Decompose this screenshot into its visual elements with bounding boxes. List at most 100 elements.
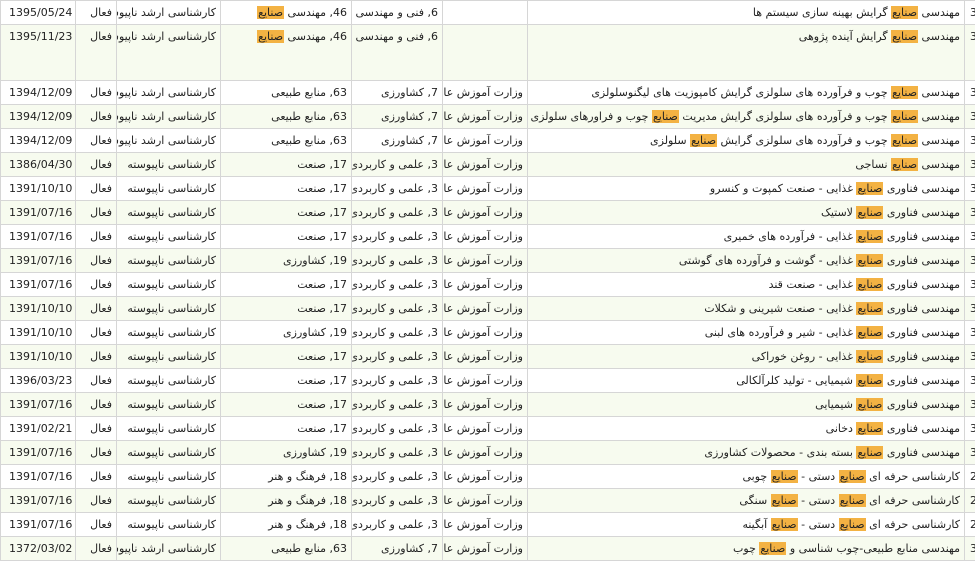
row-group: 3, علمی و کاربردی: [352, 249, 443, 273]
table-row[interactable]: 3660مهندسی فناوری صنایع بسته بندی - محصو…: [1, 441, 975, 465]
row-date: 1394/12/09: [1, 81, 76, 105]
row-status: فعال: [76, 81, 117, 105]
row-degree: کارشناسی ارشد ناپیوسته: [117, 1, 221, 25]
title-part: شیمیایی: [815, 398, 856, 411]
title-part: گرایش آینده پژوهی: [799, 30, 891, 43]
table-row[interactable]: 3639مهندسی فناوری صنایع غذایی - صنعت کمپ…: [1, 177, 975, 201]
row-subgroup: 18, فرهنگ و هنر: [221, 465, 352, 489]
search-highlight: صنایع: [891, 158, 918, 171]
row-subgroup: 46, مهندسی صنایع: [221, 1, 352, 25]
table-row[interactable]: 3652مهندسی فناوری صنایع غذایی - گوشت و ف…: [1, 249, 975, 273]
row-subgroup: 63, منابع طبیعی: [221, 105, 352, 129]
table-row[interactable]: 3651مهندسی فناوری صنایع غذایی - فرآورده …: [1, 225, 975, 249]
row-subgroup: 46, مهندسی صنایع: [221, 25, 352, 81]
row-organization: [443, 25, 528, 81]
row-group: 3, علمی و کاربردی: [352, 225, 443, 249]
title-part: لاستیک: [821, 206, 856, 219]
row-title: مهندسی صنایع گرایش آینده پژوهی: [528, 25, 965, 81]
table-row[interactable]: 2137کارشناسی حرفه ای صنایع دستی - صنایع …: [1, 465, 975, 489]
search-highlight: صنایع: [856, 446, 883, 459]
row-organization: وزارت آموزش عالی: [443, 153, 528, 177]
table-row[interactable]: 3654مهندسی فناوری صنایع غذایی - صنعت شیر…: [1, 297, 975, 321]
search-highlight: صنایع: [839, 470, 866, 483]
table-row[interactable]: 2138کارشناسی حرفه ای صنایع دستی - صنایع …: [1, 489, 975, 513]
row-status: فعال: [76, 177, 117, 201]
title-part: دستی -: [798, 494, 839, 507]
table-row[interactable]: 3832مهندسی صنایع گرایش آینده پژوهی6, فنی…: [1, 25, 975, 81]
row-title: کارشناسی حرفه ای صنایع دستی - صنایع آبگی…: [528, 513, 965, 537]
row-status: فعال: [76, 417, 117, 441]
title-part: مهندسی: [918, 86, 960, 99]
table-row[interactable]: 3849مهندسی صنایع نساجیوزارت آموزش عالی3,…: [1, 153, 975, 177]
row-code: 3829: [965, 1, 975, 25]
row-title: مهندسی صنایع گرایش بهینه سازی سیستم ها: [528, 1, 965, 25]
row-code: 3849: [965, 153, 975, 177]
row-organization: وزارت آموزش عالی: [443, 81, 528, 105]
row-title: مهندسی فناوری صنایع بسته بندی - محصولات …: [528, 441, 965, 465]
row-status: فعال: [76, 201, 117, 225]
title-part: مهندسی فناوری: [883, 398, 960, 411]
row-title: مهندسی فناوری صنایع شیمیایی: [528, 393, 965, 417]
row-code: 3656: [965, 345, 975, 369]
row-date: 1391/07/16: [1, 441, 76, 465]
row-code: 2139: [965, 513, 975, 537]
table-row[interactable]: 2139کارشناسی حرفه ای صنایع دستی - صنایع …: [1, 513, 975, 537]
row-group: 3, علمی و کاربردی: [352, 441, 443, 465]
table-row[interactable]: 3656مهندسی فناوری صنایع غذایی - روغن خور…: [1, 345, 975, 369]
table-row[interactable]: 3657مهندسی فناوری صنایع شیمیایی - تولید …: [1, 369, 975, 393]
row-degree: کارشناسی ناپیوسته: [117, 249, 221, 273]
title-part: گرایش بهینه سازی سیستم ها: [753, 6, 891, 19]
row-date: 1391/10/10: [1, 177, 76, 201]
table-row[interactable]: 3655مهندسی فناوری صنایع غذایی - شیر و فر…: [1, 321, 975, 345]
table-row[interactable]: 3829مهندسی صنایع گرایش بهینه سازی سیستم …: [1, 1, 975, 25]
title-part: دخانی: [826, 422, 857, 435]
subgroup-text: 17, صنعت: [297, 350, 347, 363]
row-subgroup: 17, صنعت: [221, 345, 352, 369]
subgroup-text: 17, صنعت: [297, 230, 347, 243]
title-part: مهندسی فناوری: [883, 350, 960, 363]
subgroup-text: 18, فرهنگ و هنر: [268, 470, 347, 483]
subgroup-text: 46, مهندسی: [284, 30, 347, 43]
row-organization: وزارت آموزش عالی: [443, 273, 528, 297]
row-title: مهندسی فناوری صنایع دخانی: [528, 417, 965, 441]
subgroup-text: 46, مهندسی: [284, 6, 347, 19]
row-subgroup: 17, صنعت: [221, 297, 352, 321]
table-row[interactable]: 3650مهندسی فناوری صنایع لاستیکوزارت آموز…: [1, 201, 975, 225]
search-highlight: صنایع: [856, 422, 883, 435]
subgroup-text: 17, صنعت: [297, 158, 347, 171]
row-degree: کارشناسی ناپیوسته: [117, 489, 221, 513]
title-part: مهندسی فناوری: [883, 182, 960, 195]
row-subgroup: 17, صنعت: [221, 177, 352, 201]
row-group: 7, کشاورزی: [352, 105, 443, 129]
search-highlight: صنایع: [891, 134, 918, 147]
title-part: دستی -: [798, 518, 839, 531]
row-title: مهندسی فناوری صنایع غذایی - صنعت شیرینی …: [528, 297, 965, 321]
table-row[interactable]: 3837مهندسی صنایع چوب و فرآورده های سلولز…: [1, 105, 975, 129]
row-degree: کارشناسی ناپیوسته: [117, 225, 221, 249]
row-degree: کارشناسی ارشد ناپیوسته: [117, 81, 221, 105]
row-date: 1395/11/23: [1, 25, 76, 81]
table-row[interactable]: 3653مهندسی فناوری صنایع غذایی - صنعت قند…: [1, 273, 975, 297]
row-degree: کارشناسی ناپیوسته: [117, 465, 221, 489]
row-group: 3, علمی و کاربردی: [352, 177, 443, 201]
table-row[interactable]: 3836مهندسی صنایع چوب و فرآورده های سلولز…: [1, 81, 975, 105]
table-row[interactable]: 3658مهندسی فناوری صنایع شیمیاییوزارت آمو…: [1, 393, 975, 417]
row-title: مهندسی صنایع چوب و فرآورده های سلولزی گر…: [528, 105, 965, 129]
table-row[interactable]: 3659مهندسی فناوری صنایع دخانیوزارت آموزش…: [1, 417, 975, 441]
title-part: مهندسی فناوری: [883, 230, 960, 243]
title-part: چوب و فرآورده های سلولزی گرایش کامپوزیت …: [591, 86, 891, 99]
row-degree: کارشناسی ناپیوسته: [117, 273, 221, 297]
title-part: غذایی - فرآورده های خمیری: [724, 230, 857, 243]
row-date: 1394/12/09: [1, 129, 76, 153]
row-subgroup: 19, کشاورزی: [221, 441, 352, 465]
row-status: فعال: [76, 105, 117, 129]
row-code: 3832: [965, 25, 975, 81]
row-status: فعال: [76, 225, 117, 249]
title-part: مهندسی فناوری: [883, 254, 960, 267]
row-subgroup: 17, صنعت: [221, 225, 352, 249]
row-organization: وزارت آموزش عالی: [443, 489, 528, 513]
table-row[interactable]: 3839مهندسی صنایع چوب و فرآورده های سلولز…: [1, 129, 975, 153]
row-status: فعال: [76, 465, 117, 489]
row-subgroup: 17, صنعت: [221, 153, 352, 177]
row-subgroup: 17, صنعت: [221, 369, 352, 393]
